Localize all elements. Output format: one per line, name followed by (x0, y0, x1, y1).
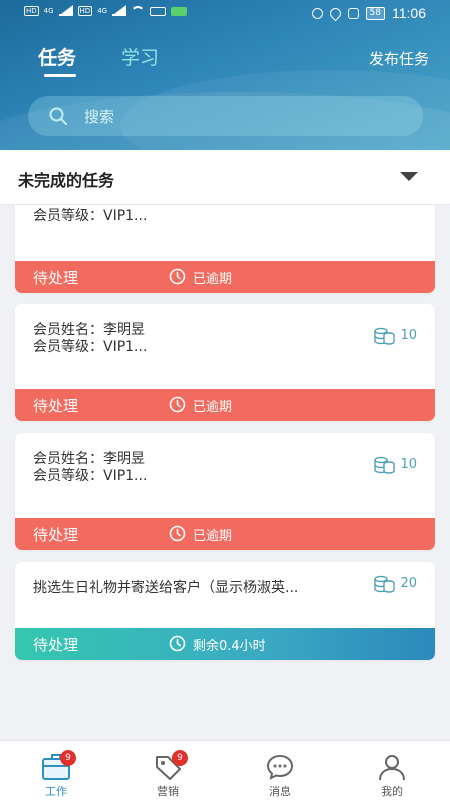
task-time: 已逾期 (193, 400, 233, 415)
network-label: 4G (97, 7, 108, 15)
hd-icon: HD (24, 6, 39, 16)
task-card-footer: 待处理 剩余0.4小时 (15, 628, 435, 660)
task-line: 会员等级：VIP1... (33, 339, 148, 355)
coin-icon (374, 456, 395, 474)
task-card[interactable]: 会员等级：VIP1... 10 待处理 已逾期 (15, 205, 435, 293)
task-card[interactable]: 会员姓名：李明昱 会员等级：VIP1... 10 待处理 已逾期 (15, 433, 435, 550)
battery-icon: 58 (365, 6, 385, 20)
task-card[interactable]: 挑选生日礼物并寄送给客户（显示杨淑英... 20 待处理 剩余0.4小时 (15, 562, 435, 660)
task-status: 待处理 (33, 526, 79, 544)
signal-icon (58, 5, 73, 16)
coin-icon (374, 327, 395, 345)
clock-icon (169, 525, 186, 542)
task-list[interactable]: 会员等级：VIP1... 10 待处理 已逾期 会员姓名：李明昱 会员等级：VI… (0, 205, 450, 740)
nav-item-marketing[interactable]: 9 营销 (112, 741, 224, 800)
nav-item-messages[interactable]: 消息 (224, 741, 336, 800)
mute-icon (347, 7, 359, 19)
status-right: 58 11:06 (311, 5, 426, 21)
tab-study[interactable]: 学习 (121, 43, 159, 70)
coin-value: 20 (400, 576, 417, 591)
user-icon (379, 755, 405, 781)
coin-value: 10 (400, 328, 417, 343)
task-card[interactable]: 会员姓名：李明昱 会员等级：VIP1... 10 待处理 已逾期 (15, 304, 435, 421)
filter-label: 未完成的任务 (18, 171, 115, 190)
task-card-footer: 待处理 已逾期 (15, 389, 435, 421)
task-time: 剩余0.4小时 (193, 639, 266, 654)
clock-icon (169, 396, 186, 413)
app-icon (171, 6, 188, 16)
nav-label: 我的 (381, 785, 403, 798)
task-status: 待处理 (33, 397, 79, 415)
alarm-icon (311, 7, 323, 19)
clock-icon (169, 268, 186, 285)
badge-count: 9 (172, 750, 188, 766)
wifi-icon (131, 6, 146, 16)
task-card-footer: 待处理 已逾期 (15, 261, 435, 293)
publish-task-button[interactable]: 发布任务 (369, 48, 429, 69)
task-status: 待处理 (33, 269, 79, 287)
card-icon (150, 6, 167, 16)
badge-count: 9 (60, 750, 76, 766)
task-line: 会员等级：VIP1... (33, 208, 148, 224)
coin-icon (374, 575, 395, 593)
chat-icon (266, 754, 294, 780)
header: HD 4G HD 4G 58 11:06 任务 学习 发布任务 搜索 (0, 0, 450, 150)
hd-icon: HD (77, 6, 93, 16)
location-icon (327, 5, 343, 21)
task-time: 已逾期 (193, 272, 233, 287)
coin-value: 10 (400, 457, 417, 472)
nav-label: 消息 (269, 785, 291, 798)
status-time: 11:06 (392, 5, 426, 21)
network-label: 4G (43, 7, 54, 15)
task-time: 已逾期 (193, 529, 233, 544)
search-icon (49, 107, 67, 125)
status-bar: HD 4G HD 4G 58 11:06 (0, 0, 450, 28)
task-status: 待处理 (33, 636, 79, 654)
status-left: HD 4G HD 4G (24, 5, 188, 16)
search-input[interactable]: 搜索 (28, 96, 423, 136)
task-line: 会员等级：VIP1... (33, 468, 148, 484)
task-card-footer: 待处理 已逾期 (15, 518, 435, 550)
nav-label: 工作 (45, 785, 67, 798)
search-placeholder: 搜索 (84, 108, 115, 126)
clock-icon (169, 635, 186, 652)
active-tab-indicator (44, 74, 76, 77)
task-line: 挑选生日礼物并寄送给客户（显示杨淑英... (33, 580, 299, 596)
tab-task[interactable]: 任务 (38, 43, 76, 70)
nav-item-work[interactable]: 9 工作 (0, 741, 112, 800)
bottom-nav: 9 工作 9 营销 消息 我的 (0, 740, 450, 800)
dropdown-arrow-icon[interactable] (400, 172, 418, 181)
nav-label: 营销 (157, 785, 179, 798)
nav-item-me[interactable]: 我的 (336, 741, 448, 800)
signal-icon (112, 5, 127, 16)
task-filter-bar[interactable]: 未完成的任务 (0, 150, 450, 205)
